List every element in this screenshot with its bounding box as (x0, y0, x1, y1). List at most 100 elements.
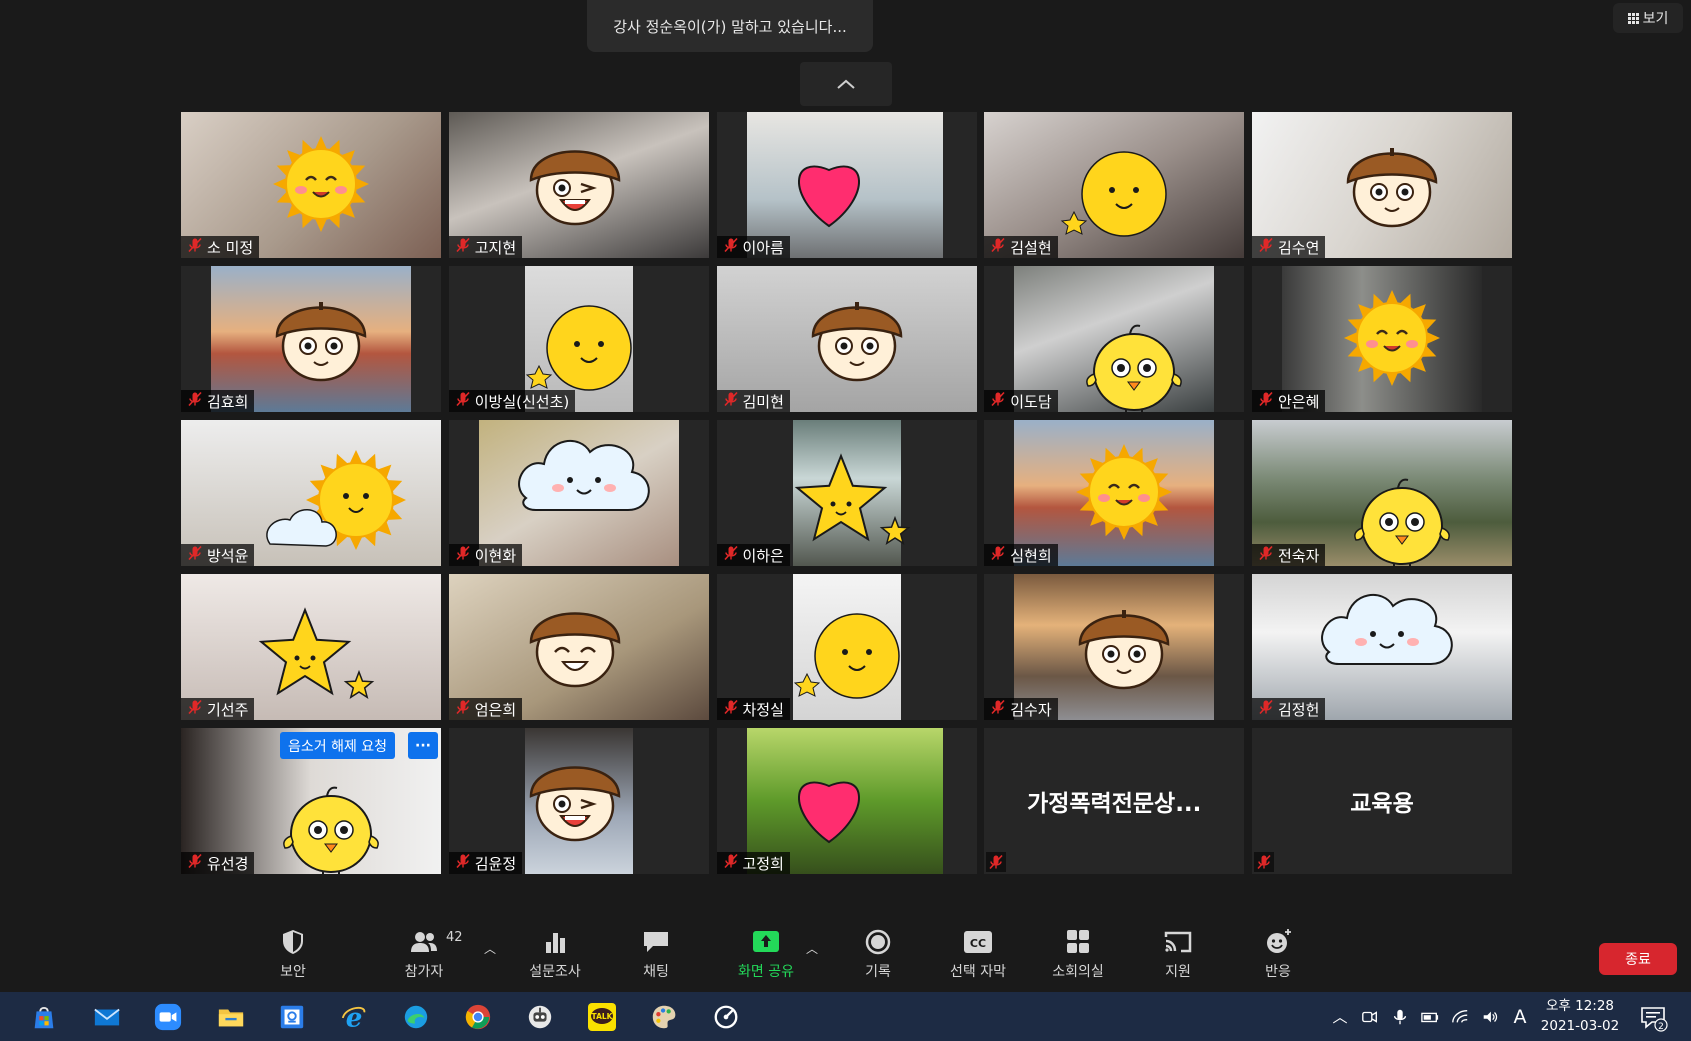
collapse-gallery-button[interactable] (800, 62, 892, 106)
action-center-notifications-icon[interactable]: 2 (1638, 1002, 1668, 1032)
edge-browser-icon[interactable] (397, 998, 435, 1036)
support-label: 지원 (1165, 964, 1191, 980)
polls-button[interactable]: 설문조사 (510, 928, 600, 981)
video-off-tile[interactable]: 교육용 (1252, 728, 1512, 874)
participant-name: 고정희 (742, 854, 784, 873)
video-tile[interactable]: 차정실 (716, 574, 977, 720)
mic-muted-icon (455, 391, 471, 411)
participant-name: 고지현 (474, 238, 517, 257)
chat-button[interactable]: 채팅 (611, 928, 701, 981)
participant-name-tag: 소 미정 (181, 236, 260, 258)
zoom-app-icon[interactable] (149, 998, 187, 1036)
video-tile[interactable]: 김미현 (716, 266, 977, 412)
video-tile[interactable]: 고지현 (448, 112, 709, 258)
video-tile[interactable]: 김수자 (984, 574, 1245, 720)
video-tile[interactable]: 고정희 (716, 728, 977, 874)
video-tile[interactable]: 엄은희 (448, 574, 709, 720)
video-tile[interactable]: 김설현 (984, 112, 1245, 258)
polls-label: 설문조사 (529, 964, 581, 980)
participant-name-tag: 엄은희 (448, 698, 523, 720)
participants-options-chevron-icon[interactable]: ︿ (484, 940, 496, 957)
paint-palette-icon[interactable] (645, 998, 683, 1036)
participant-name: 김윤정 (474, 854, 517, 873)
video-tile[interactable]: 김정헌 (1252, 574, 1512, 720)
share-options-chevron-icon[interactable]: ︿ (806, 940, 818, 957)
participant-name-tag: 방석윤 (181, 544, 255, 566)
grid-view-icon (1627, 12, 1639, 24)
input-method-indicator[interactable]: A (1508, 1005, 1532, 1029)
breakout-rooms-button[interactable]: 소회의실 (1033, 928, 1123, 981)
mic-muted-icon (723, 699, 739, 719)
mic-muted-icon (1258, 545, 1274, 565)
participant-name-tag: 이도담 (984, 390, 1058, 412)
reactions-button[interactable]: 반응 (1233, 928, 1323, 981)
video-off-tile[interactable]: 가정폭력전문상... (984, 728, 1245, 874)
file-explorer-icon[interactable] (212, 998, 250, 1036)
end-meeting-button[interactable]: 종료 (1599, 943, 1677, 975)
video-tile[interactable]: 전숙자 (1252, 420, 1512, 566)
participant-name: 차정실 (742, 700, 784, 719)
speaker-volume-icon[interactable] (1478, 1005, 1502, 1029)
video-tile[interactable]: 안은혜 (1252, 266, 1512, 412)
video-tile[interactable]: 이방실(신선초) (448, 266, 709, 412)
view-button[interactable]: 보기 (1613, 3, 1683, 33)
notepad-app-icon[interactable] (273, 998, 311, 1036)
active-speaker-banner: 강사 정순옥이(가) 말하고 있습니다... (587, 0, 873, 52)
kakaotalk-icon[interactable]: TALK (583, 998, 621, 1036)
chevron-up-icon (837, 79, 855, 89)
video-tile[interactable]: 김효희 (181, 266, 441, 412)
internet-explorer-icon[interactable]: e (335, 998, 373, 1036)
mic-muted-icon (723, 237, 739, 257)
mic-muted-icon (990, 699, 1006, 719)
chat-label: 채팅 (643, 964, 669, 980)
support-button[interactable]: 지원 (1133, 928, 1223, 981)
gauge-app-icon[interactable] (707, 998, 745, 1036)
view-button-label: 보기 (1642, 11, 1669, 27)
clock-time: 오후 12:28 (1545, 998, 1615, 1014)
robot-app-icon[interactable] (521, 998, 559, 1036)
mic-muted-icon (455, 545, 471, 565)
participant-name: 엄은희 (474, 700, 517, 719)
more-options-button[interactable]: ··· (408, 732, 438, 759)
video-tile[interactable]: 심현희 (984, 420, 1245, 566)
security-button[interactable]: 보안 (248, 928, 338, 981)
microsoft-store-icon[interactable] (25, 998, 63, 1036)
video-tile[interactable]: 김수연 (1252, 112, 1512, 258)
show-hidden-icons-chevron-icon[interactable]: ︿ (1328, 1005, 1352, 1029)
wifi-icon[interactable] (1448, 1005, 1472, 1029)
video-tile[interactable]: 방석윤 (181, 420, 441, 566)
taskbar-clock[interactable]: 오후 12:28 2021-03-02 (1530, 996, 1630, 1036)
microphone-icon[interactable] (1388, 1005, 1412, 1029)
video-tile[interactable]: 이도담 (984, 266, 1245, 412)
video-tile[interactable]: 유선경 음소거 해제 요청 ··· (181, 728, 441, 874)
mic-muted-icon (723, 391, 739, 411)
video-tile[interactable]: 소 미정 (181, 112, 441, 258)
ask-to-unmute-button[interactable]: 음소거 해제 요청 (280, 732, 396, 759)
mic-muted-icon (990, 391, 1006, 411)
record-label: 기록 (865, 964, 891, 980)
video-tile[interactable]: 김윤정 (448, 728, 709, 874)
video-tile[interactable]: 이하은 (716, 420, 977, 566)
meet-now-icon[interactable] (1358, 1005, 1382, 1029)
participant-name-tag: 유선경 (181, 852, 255, 874)
video-tile[interactable]: 기선주 (181, 574, 441, 720)
participant-count: 42 (446, 930, 463, 945)
participant-name-tag: 전숙자 (1252, 544, 1326, 566)
participant-name-tag: 고정희 (716, 852, 790, 874)
participant-name: 김수자 (1010, 700, 1052, 719)
battery-icon[interactable] (1418, 1005, 1442, 1029)
breakout-rooms-label: 소회의실 (1052, 964, 1104, 980)
participants-icon (411, 932, 437, 952)
record-button[interactable]: 기록 (833, 928, 923, 981)
video-tile[interactable]: 이현화 (448, 420, 709, 566)
participant-name: 김정헌 (1278, 700, 1320, 719)
closed-caption-icon: CC (964, 931, 992, 953)
video-tile[interactable]: 이아름 (716, 112, 977, 258)
share-screen-button[interactable]: 화면 공유 (721, 928, 811, 981)
participant-name: 소 미정 (207, 238, 254, 257)
participant-name: 이아름 (742, 238, 784, 257)
mail-icon[interactable] (88, 998, 126, 1036)
chrome-browser-icon[interactable] (459, 998, 497, 1036)
mic-muted-icon (990, 545, 1006, 565)
closed-caption-button[interactable]: CC 선택 자막 (933, 928, 1023, 981)
